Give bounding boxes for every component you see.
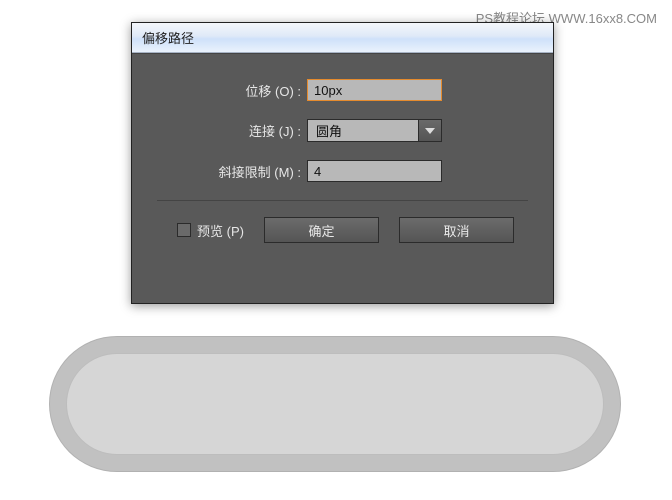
- join-label: 连接 (J) :: [157, 121, 307, 140]
- join-select-button[interactable]: [418, 119, 442, 142]
- preview-checkbox[interactable]: 预览 (P): [177, 221, 244, 240]
- cancel-button[interactable]: 取消: [399, 217, 514, 243]
- offset-row: 位移 (O) :: [157, 79, 528, 101]
- join-row: 连接 (J) : 圆角: [157, 119, 528, 142]
- miter-input[interactable]: [307, 160, 442, 182]
- preview-label: 预览 (P): [197, 221, 244, 240]
- miter-label: 斜接限制 (M) :: [157, 162, 307, 181]
- dialog-actions: 预览 (P) 确定 取消: [157, 217, 528, 243]
- checkbox-box: [177, 223, 191, 237]
- miter-row: 斜接限制 (M) :: [157, 160, 528, 182]
- join-select[interactable]: 圆角: [307, 119, 442, 142]
- offset-input[interactable]: [307, 79, 442, 101]
- divider: [157, 200, 528, 201]
- dialog-titlebar[interactable]: 偏移路径: [132, 23, 553, 53]
- ok-button[interactable]: 确定: [264, 217, 379, 243]
- join-select-value: 圆角: [307, 119, 418, 142]
- offset-path-result-outer: [49, 336, 621, 472]
- chevron-down-icon: [425, 128, 435, 134]
- dialog-title: 偏移路径: [142, 28, 194, 47]
- cancel-button-label: 取消: [443, 221, 469, 240]
- dialog-body: 位移 (O) : 连接 (J) : 圆角 斜接限制 (M) : 预览 (P): [132, 53, 553, 263]
- offset-label: 位移 (O) :: [157, 81, 307, 100]
- ok-button-label: 确定: [308, 221, 334, 240]
- offset-path-dialog: 偏移路径 位移 (O) : 连接 (J) : 圆角 斜接限制 (M) : 预览 …: [131, 22, 554, 304]
- offset-path-result-inner: [66, 353, 604, 455]
